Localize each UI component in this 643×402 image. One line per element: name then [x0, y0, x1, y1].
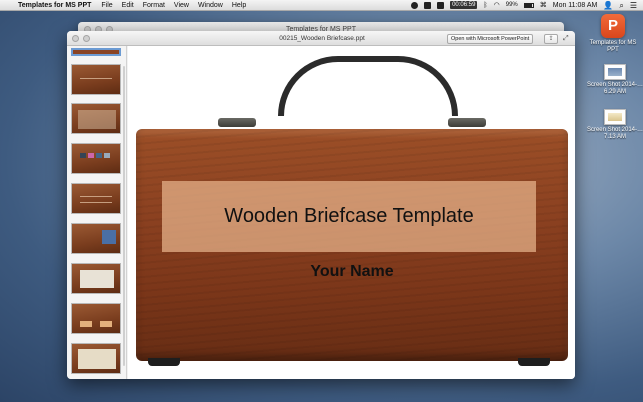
briefcase-foot-left: [148, 358, 180, 366]
menu-view[interactable]: View: [174, 0, 189, 11]
menu-help[interactable]: Help: [232, 0, 246, 11]
lock-icon[interactable]: [437, 1, 445, 9]
slide-thumbnail-9[interactable]: [71, 343, 121, 374]
slide-thumbnail-3[interactable]: [71, 103, 121, 134]
menu-window[interactable]: Window: [198, 0, 223, 11]
slide-thumbnail-5[interactable]: [71, 183, 121, 214]
slide-thumbnails-sidebar: [67, 46, 127, 379]
screenshot-file-icon[interactable]: [604, 109, 626, 125]
screenshot-2-label: Screen Shot 2014-…7.13 AM: [586, 127, 643, 140]
slide-preview: Wooden Briefcase Template Your Name: [128, 46, 575, 379]
quicklook-window: 00215_Wooden Briefcase.ppt Open with Mic…: [67, 31, 575, 379]
clock[interactable]: Mon 11:08 AM: [553, 0, 598, 11]
menu-format[interactable]: Format: [143, 0, 165, 11]
quicklook-window-controls: [72, 35, 90, 42]
open-with-powerpoint-button[interactable]: Open with Microsoft PowerPoint: [447, 34, 534, 44]
close-button[interactable]: [72, 35, 79, 42]
document-title: 00215_Wooden Briefcase.ppt: [279, 35, 365, 42]
minimize-button[interactable]: [83, 35, 90, 42]
user-icon[interactable]: 👤: [603, 0, 613, 11]
screenshot-1-label: Screen Shot 2014-…6.29 AM: [586, 82, 643, 95]
slide-thumbnail-7[interactable]: [71, 263, 121, 294]
battery-percent[interactable]: 99%: [506, 0, 518, 11]
app-icon-label: Templates for MS PPT: [589, 40, 637, 53]
menu-edit[interactable]: Edit: [122, 0, 134, 11]
cloud-icon[interactable]: [424, 1, 432, 9]
status-area: 00:06:59 ᛒ ◠ 99% ⌘ Mon 11:08 AM 👤 ⌕ ☰: [411, 0, 643, 11]
share-icon[interactable]: ⇪: [544, 34, 558, 44]
list-icon[interactable]: ☰: [630, 0, 637, 11]
briefcase-clip-right: [448, 118, 486, 127]
fullscreen-icon[interactable]: ⤢: [563, 34, 569, 43]
powerpoint-app-icon[interactable]: P: [601, 14, 625, 38]
search-icon[interactable]: ⌕: [619, 0, 623, 11]
desktop-screenshot-2[interactable]: Screen Shot 2014-…7.13 AM: [585, 109, 643, 141]
briefcase-foot-right: [518, 358, 550, 366]
slide-thumbnail-8[interactable]: [71, 303, 121, 334]
slide-thumbnail-6[interactable]: [71, 223, 121, 254]
briefcase-handle: [278, 56, 458, 116]
input-icon[interactable]: ⌘: [540, 0, 547, 11]
menu-bar: Templates for MS PPT File Edit Format Vi…: [0, 0, 643, 11]
timer-readout[interactable]: 00:06:59: [450, 1, 478, 9]
slide-thumbnail-4[interactable]: [71, 143, 121, 174]
slide-title: Wooden Briefcase Template: [224, 205, 474, 227]
slide-subtitle: Your Name: [310, 263, 394, 280]
title-banner: Wooden Briefcase Template: [162, 181, 536, 252]
briefcase-clip-left: [218, 118, 256, 127]
sidebar-scrollbar[interactable]: [123, 66, 125, 366]
quicklook-toolbar: 00215_Wooden Briefcase.ppt Open with Mic…: [67, 31, 575, 46]
battery-icon[interactable]: [523, 2, 534, 8]
menu-app-name[interactable]: Templates for MS PPT: [18, 0, 91, 11]
extension-icon[interactable]: [411, 1, 419, 9]
wifi-icon[interactable]: ◠: [494, 0, 500, 11]
slide-thumbnail-1[interactable]: [71, 48, 121, 56]
bluetooth-icon[interactable]: ᛒ: [483, 0, 487, 11]
desktop-screenshot-1[interactable]: Screen Shot 2014-…6.29 AM: [585, 64, 643, 96]
screenshot-file-icon[interactable]: [604, 64, 626, 80]
slide-thumbnail-2[interactable]: [71, 64, 121, 95]
briefcase-body: Wooden Briefcase Template Your Name: [136, 129, 568, 361]
menu-file[interactable]: File: [101, 0, 112, 11]
desktop-app-icon[interactable]: P Templates for MS PPT: [583, 14, 643, 54]
